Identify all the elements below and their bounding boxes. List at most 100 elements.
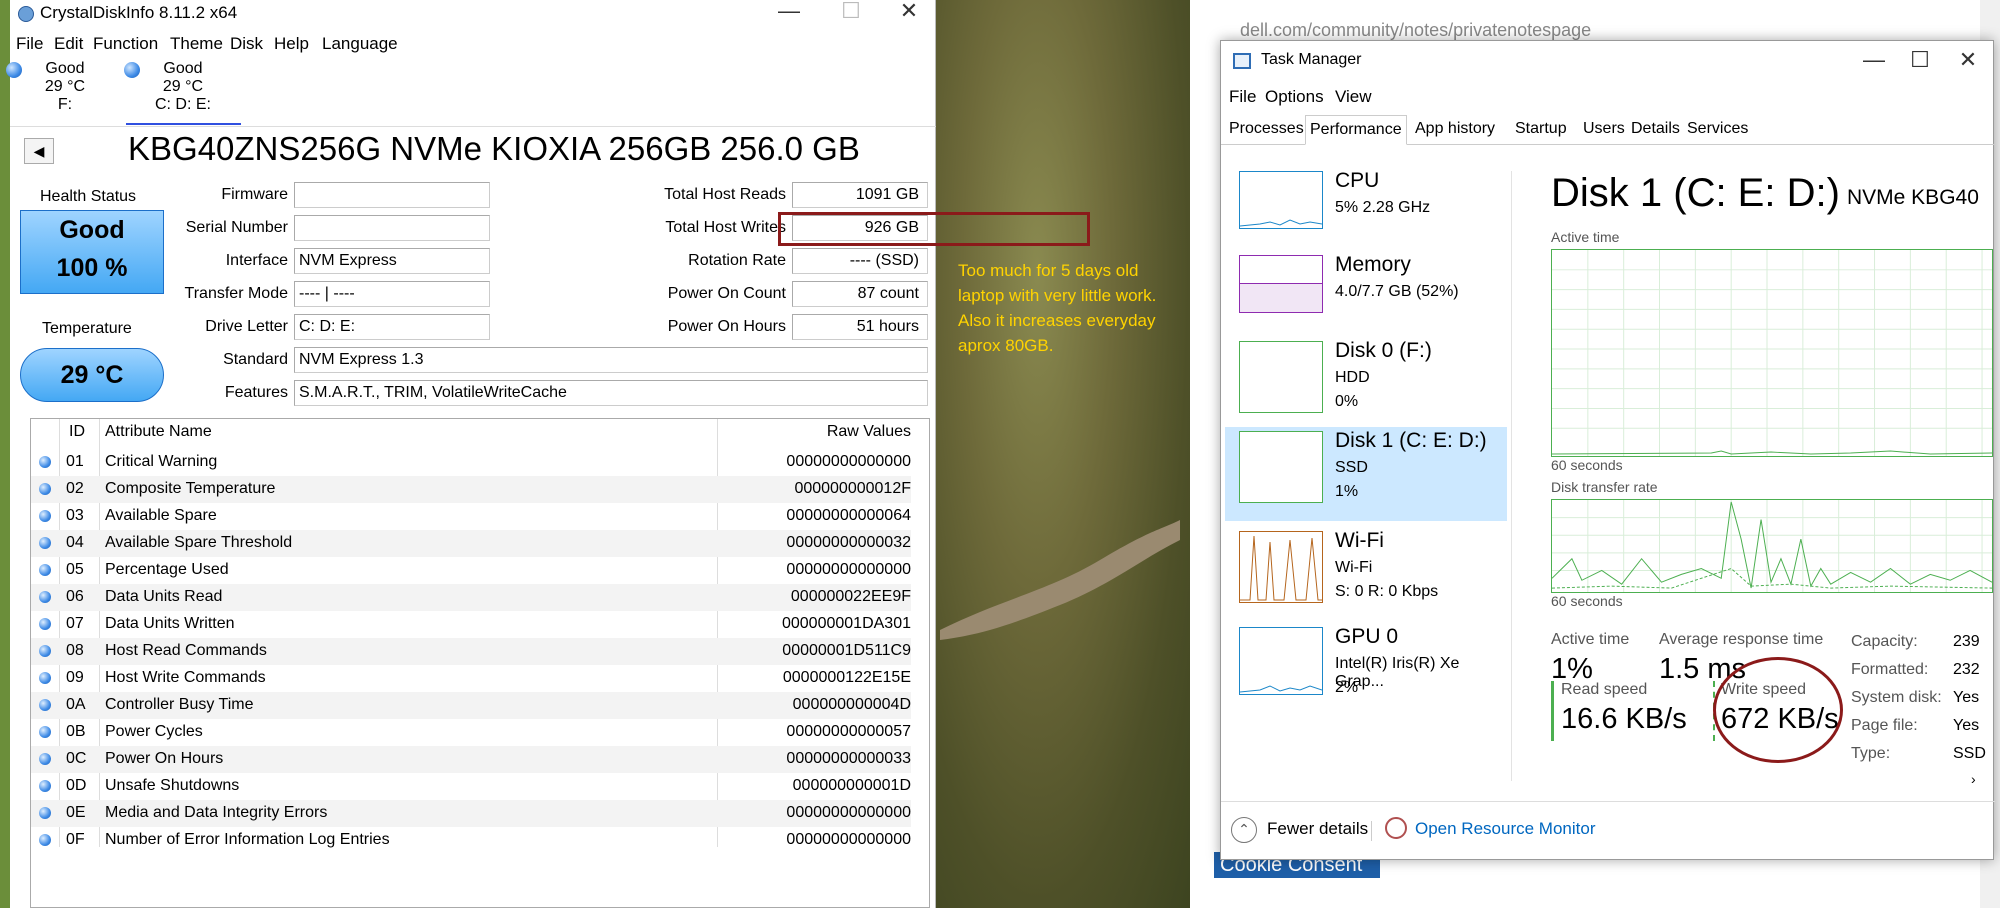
menu-file[interactable]: File xyxy=(1229,87,1256,107)
attribute-id: 0D xyxy=(66,777,87,794)
attribute-id: 0F xyxy=(66,831,85,848)
temperature-label: Temperature xyxy=(42,320,132,337)
status-dot-icon xyxy=(39,456,51,468)
attribute-raw-value: 00000000000000 xyxy=(786,804,911,821)
crystaldiskinfo-icon xyxy=(18,6,34,22)
tab-users[interactable]: Users xyxy=(1579,115,1629,145)
column-header-id[interactable]: ID xyxy=(69,423,85,441)
open-resource-monitor-link[interactable]: Open Resource Monitor xyxy=(1415,819,1595,839)
menu-view[interactable]: View xyxy=(1335,87,1372,107)
column-header-raw[interactable]: Raw Values xyxy=(681,423,911,441)
drive-letter-field: C: D: E: xyxy=(294,314,490,340)
drive-letter-label: Drive Letter xyxy=(205,318,288,335)
smart-row[interactable]: 06 Data Units Read 000000022EE9F xyxy=(31,584,911,611)
fewer-details-button[interactable]: Fewer details xyxy=(1267,819,1368,839)
status-dot-icon xyxy=(39,618,51,630)
page-file-value: Yes xyxy=(1953,717,1980,734)
smart-row[interactable]: 09 Host Write Commands 0000000122E15E xyxy=(31,665,911,692)
attribute-name: Host Read Commands xyxy=(105,642,267,659)
firmware-label: Firmware xyxy=(221,186,288,203)
chevron-up-icon[interactable]: ⌃ xyxy=(1231,817,1257,843)
maximize-button[interactable]: ☐ xyxy=(1897,49,1943,77)
avg-response-label: Average response time xyxy=(1659,631,1824,648)
status-dot-icon xyxy=(39,726,51,738)
tab-startup[interactable]: Startup xyxy=(1511,115,1571,145)
status-dot-icon xyxy=(39,834,51,846)
perf-item-name: Wi-Fi xyxy=(1335,529,1384,552)
disk1-thumbnail xyxy=(1239,431,1323,503)
close-button[interactable]: ✕ xyxy=(1945,49,1991,77)
title-bar[interactable]: CrystalDiskInfo 8.11.2 x64 — ☐ ✕ xyxy=(10,0,936,30)
graph-time-span: 60 seconds xyxy=(1551,593,1623,609)
tab-performance[interactable]: Performance xyxy=(1305,115,1407,145)
serial-label: Serial Number xyxy=(185,219,288,236)
attribute-raw-value: 00000000000000 xyxy=(786,453,911,470)
crystaldiskinfo-window: CrystalDiskInfo 8.11.2 x64 — ☐ ✕ File Ed… xyxy=(6,0,936,908)
health-ball-icon xyxy=(6,62,22,78)
disk-temp: 29 °C xyxy=(162,78,204,95)
capacity-value: 239 xyxy=(1953,633,1980,650)
maximize-button[interactable]: ☐ xyxy=(828,0,874,28)
memory-thumbnail xyxy=(1239,255,1323,313)
smart-row[interactable]: 01 Critical Warning 00000000000000 xyxy=(31,449,911,476)
smart-row[interactable]: 0A Controller Busy Time 000000000004D xyxy=(31,692,911,719)
smart-row[interactable]: 02 Composite Temperature 000000000012F xyxy=(31,476,911,503)
column-header-name[interactable]: Attribute Name xyxy=(105,423,212,441)
perf-item-disk1[interactable]: Disk 1 (C: E: D:) SSD 1% xyxy=(1225,427,1507,521)
temperature-box[interactable]: 29 °C xyxy=(20,348,164,402)
disk-temp: 29 °C xyxy=(44,78,86,95)
perf-item-gpu[interactable]: GPU 0 Intel(R) Iris(R) Xe Grap... 2% xyxy=(1225,623,1507,717)
tab-details[interactable]: Details xyxy=(1627,115,1684,145)
menu-help[interactable]: Help xyxy=(274,34,309,54)
attribute-id: 0C xyxy=(66,750,87,767)
menu-theme[interactable]: Theme xyxy=(170,34,223,54)
smart-row[interactable]: 07 Data Units Written 000000001DA301 xyxy=(31,611,911,638)
menu-disk[interactable]: Disk xyxy=(230,34,263,54)
perf-item-name: Disk 0 (F:) xyxy=(1335,339,1432,362)
smart-row[interactable]: 05 Percentage Used 00000000000000 xyxy=(31,557,911,584)
menu-file[interactable]: File xyxy=(16,34,43,54)
menu-edit[interactable]: Edit xyxy=(54,34,83,54)
graph-time-span: 60 seconds xyxy=(1551,457,1623,473)
gpu-thumbnail xyxy=(1239,627,1323,695)
rotation-rate-field: ---- (SSD) xyxy=(792,248,928,274)
tab-services[interactable]: Services xyxy=(1683,115,1753,145)
browser-url[interactable]: dell.com/community/notes/privatenotespag… xyxy=(1240,20,1591,41)
tab-app-history[interactable]: App history xyxy=(1411,115,1500,145)
smart-row[interactable]: 0F Number of Error Information Log Entrie… xyxy=(31,827,911,854)
close-button[interactable]: ✕ xyxy=(886,0,932,28)
smart-row[interactable]: 0E Media and Data Integrity Errors 0000000… xyxy=(31,800,911,827)
attribute-name: Data Units Read xyxy=(105,588,223,605)
perf-item-cpu[interactable]: CPU 5% 2.28 GHz xyxy=(1225,167,1507,261)
smart-row[interactable]: 04 Available Spare Threshold 0000000000003… xyxy=(31,530,911,557)
disk-model: NVMe KBG40 xyxy=(1847,186,1979,209)
status-dot-icon xyxy=(39,672,51,684)
perf-item-memory[interactable]: Memory 4.0/7.7 GB (52%) xyxy=(1225,251,1507,345)
chevron-right-icon[interactable]: › xyxy=(1971,771,1976,787)
health-status-box[interactable]: Good 100 % xyxy=(20,210,164,294)
health-status-value: Good xyxy=(59,216,125,244)
smart-row[interactable]: 08 Host Read Commands 00000001D511C9 xyxy=(31,638,911,665)
disk-title: Disk 1 (C: E: D:) xyxy=(1551,171,1840,215)
perf-item-detail: Wi-Fi xyxy=(1335,559,1373,576)
minimize-button[interactable]: — xyxy=(766,0,812,28)
disk-tab-cde[interactable]: Good 29 °C C: D: E: xyxy=(124,60,238,120)
smart-row[interactable]: 0D Unsafe Shutdowns 000000000001D xyxy=(31,773,911,800)
health-status-label: Health Status xyxy=(40,188,137,205)
menu-function[interactable]: Function xyxy=(93,34,158,54)
previous-disk-button[interactable]: ◀ xyxy=(24,138,54,164)
pane-divider[interactable] xyxy=(1511,171,1512,781)
attribute-raw-value: 000000000004D xyxy=(792,696,911,713)
menu-options[interactable]: Options xyxy=(1265,87,1324,107)
perf-item-disk0[interactable]: Disk 0 (F:) HDD 0% xyxy=(1225,337,1507,431)
smart-row[interactable]: 03 Available Spare 00000000000064 xyxy=(31,503,911,530)
perf-item-wifi[interactable]: Wi-Fi Wi-Fi S: 0 R: 0 Kbps xyxy=(1225,527,1507,621)
minimize-button[interactable]: — xyxy=(1851,49,1897,77)
menu-language[interactable]: Language xyxy=(322,34,398,54)
tab-processes[interactable]: Processes xyxy=(1225,115,1308,145)
smart-table[interactable]: ID Attribute Name Raw Values 01 Critical … xyxy=(30,418,930,908)
smart-row[interactable]: 0C Power On Hours 00000000000033 xyxy=(31,746,911,773)
smart-row[interactable]: 0B Power Cycles 00000000000057 xyxy=(31,719,911,746)
type-value: SSD xyxy=(1953,745,1986,762)
disk-tab-f[interactable]: Good 29 °C F: xyxy=(6,60,120,120)
